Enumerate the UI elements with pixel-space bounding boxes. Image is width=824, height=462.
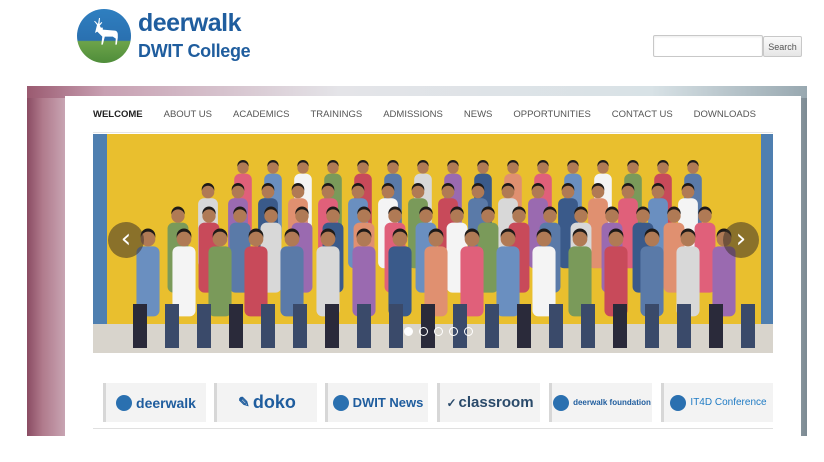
partner-deerwalk[interactable]: deerwalk — [103, 383, 206, 422]
nav-item-trainings[interactable]: TRAININGS — [310, 109, 362, 123]
partner-label: doko — [252, 392, 296, 412]
slider-dot[interactable] — [449, 327, 458, 336]
search-button[interactable]: Search — [763, 36, 802, 57]
partner-label: DWIT News — [352, 395, 424, 410]
partner-deerwalk-foundation[interactable]: deerwalk foundation — [549, 383, 652, 422]
nav-divider — [93, 132, 773, 133]
slider-dot[interactable] — [419, 327, 428, 336]
nav-item-academics[interactable]: ACADEMICS — [233, 109, 289, 123]
gear-icon — [670, 394, 687, 411]
partner-label: IT4D Conference — [690, 397, 767, 408]
group-photo-image — [93, 134, 773, 353]
partner-label: deerwalk — [136, 394, 196, 411]
slider-dot[interactable] — [464, 327, 473, 336]
partner-doko[interactable]: ✎ doko — [214, 383, 317, 422]
pen-icon: ✎ — [238, 394, 250, 410]
slider-prev-arrow[interactable]: ‹ — [108, 222, 144, 258]
partner-classroom[interactable]: ✓ classroom — [437, 383, 540, 422]
partner-label: classroom — [458, 394, 534, 411]
footer-divider — [93, 428, 773, 429]
nav-item-news[interactable]: NEWS — [464, 109, 493, 123]
nav-item-about-us[interactable]: ABOUT US — [164, 109, 212, 123]
brand-name[interactable]: deerwalk — [138, 9, 242, 38]
nav-item-downloads[interactable]: DOWNLOADS — [694, 109, 756, 123]
deer-icon — [553, 394, 570, 411]
slider-dot[interactable] — [404, 327, 413, 336]
brand-subtitle[interactable]: DWIT College — [138, 41, 251, 62]
nav-item-welcome[interactable]: WELCOME — [93, 109, 143, 123]
nav-item-admissions[interactable]: ADMISSIONS — [383, 109, 443, 123]
partner-links: deerwalk ✎ doko DWIT News ✓ classroom de… — [103, 383, 773, 423]
slider-pagination — [404, 327, 473, 336]
compass-icon: ✓ — [446, 395, 457, 410]
search-input[interactable] — [653, 35, 763, 57]
site-header: deerwalk DWIT College Search — [0, 0, 824, 86]
deer-icon — [332, 394, 349, 411]
partner-label: deerwalk foundation — [573, 398, 651, 407]
partner-dwit-news[interactable]: DWIT News — [325, 383, 428, 422]
nav-item-contact-us[interactable]: CONTACT US — [612, 109, 673, 123]
main-nav: WELCOME ABOUT US ACADEMICS TRAININGS ADM… — [93, 109, 777, 123]
nav-item-opportunities[interactable]: OPPORTUNITIES — [513, 109, 590, 123]
partner-it4d-conference[interactable]: IT4D Conference — [661, 383, 773, 422]
slider-dot[interactable] — [434, 327, 443, 336]
deer-logo-icon[interactable] — [77, 9, 131, 63]
image-slider[interactable]: ‹ › — [93, 134, 773, 353]
deer-icon — [116, 394, 133, 411]
slider-next-arrow[interactable]: › — [723, 222, 759, 258]
